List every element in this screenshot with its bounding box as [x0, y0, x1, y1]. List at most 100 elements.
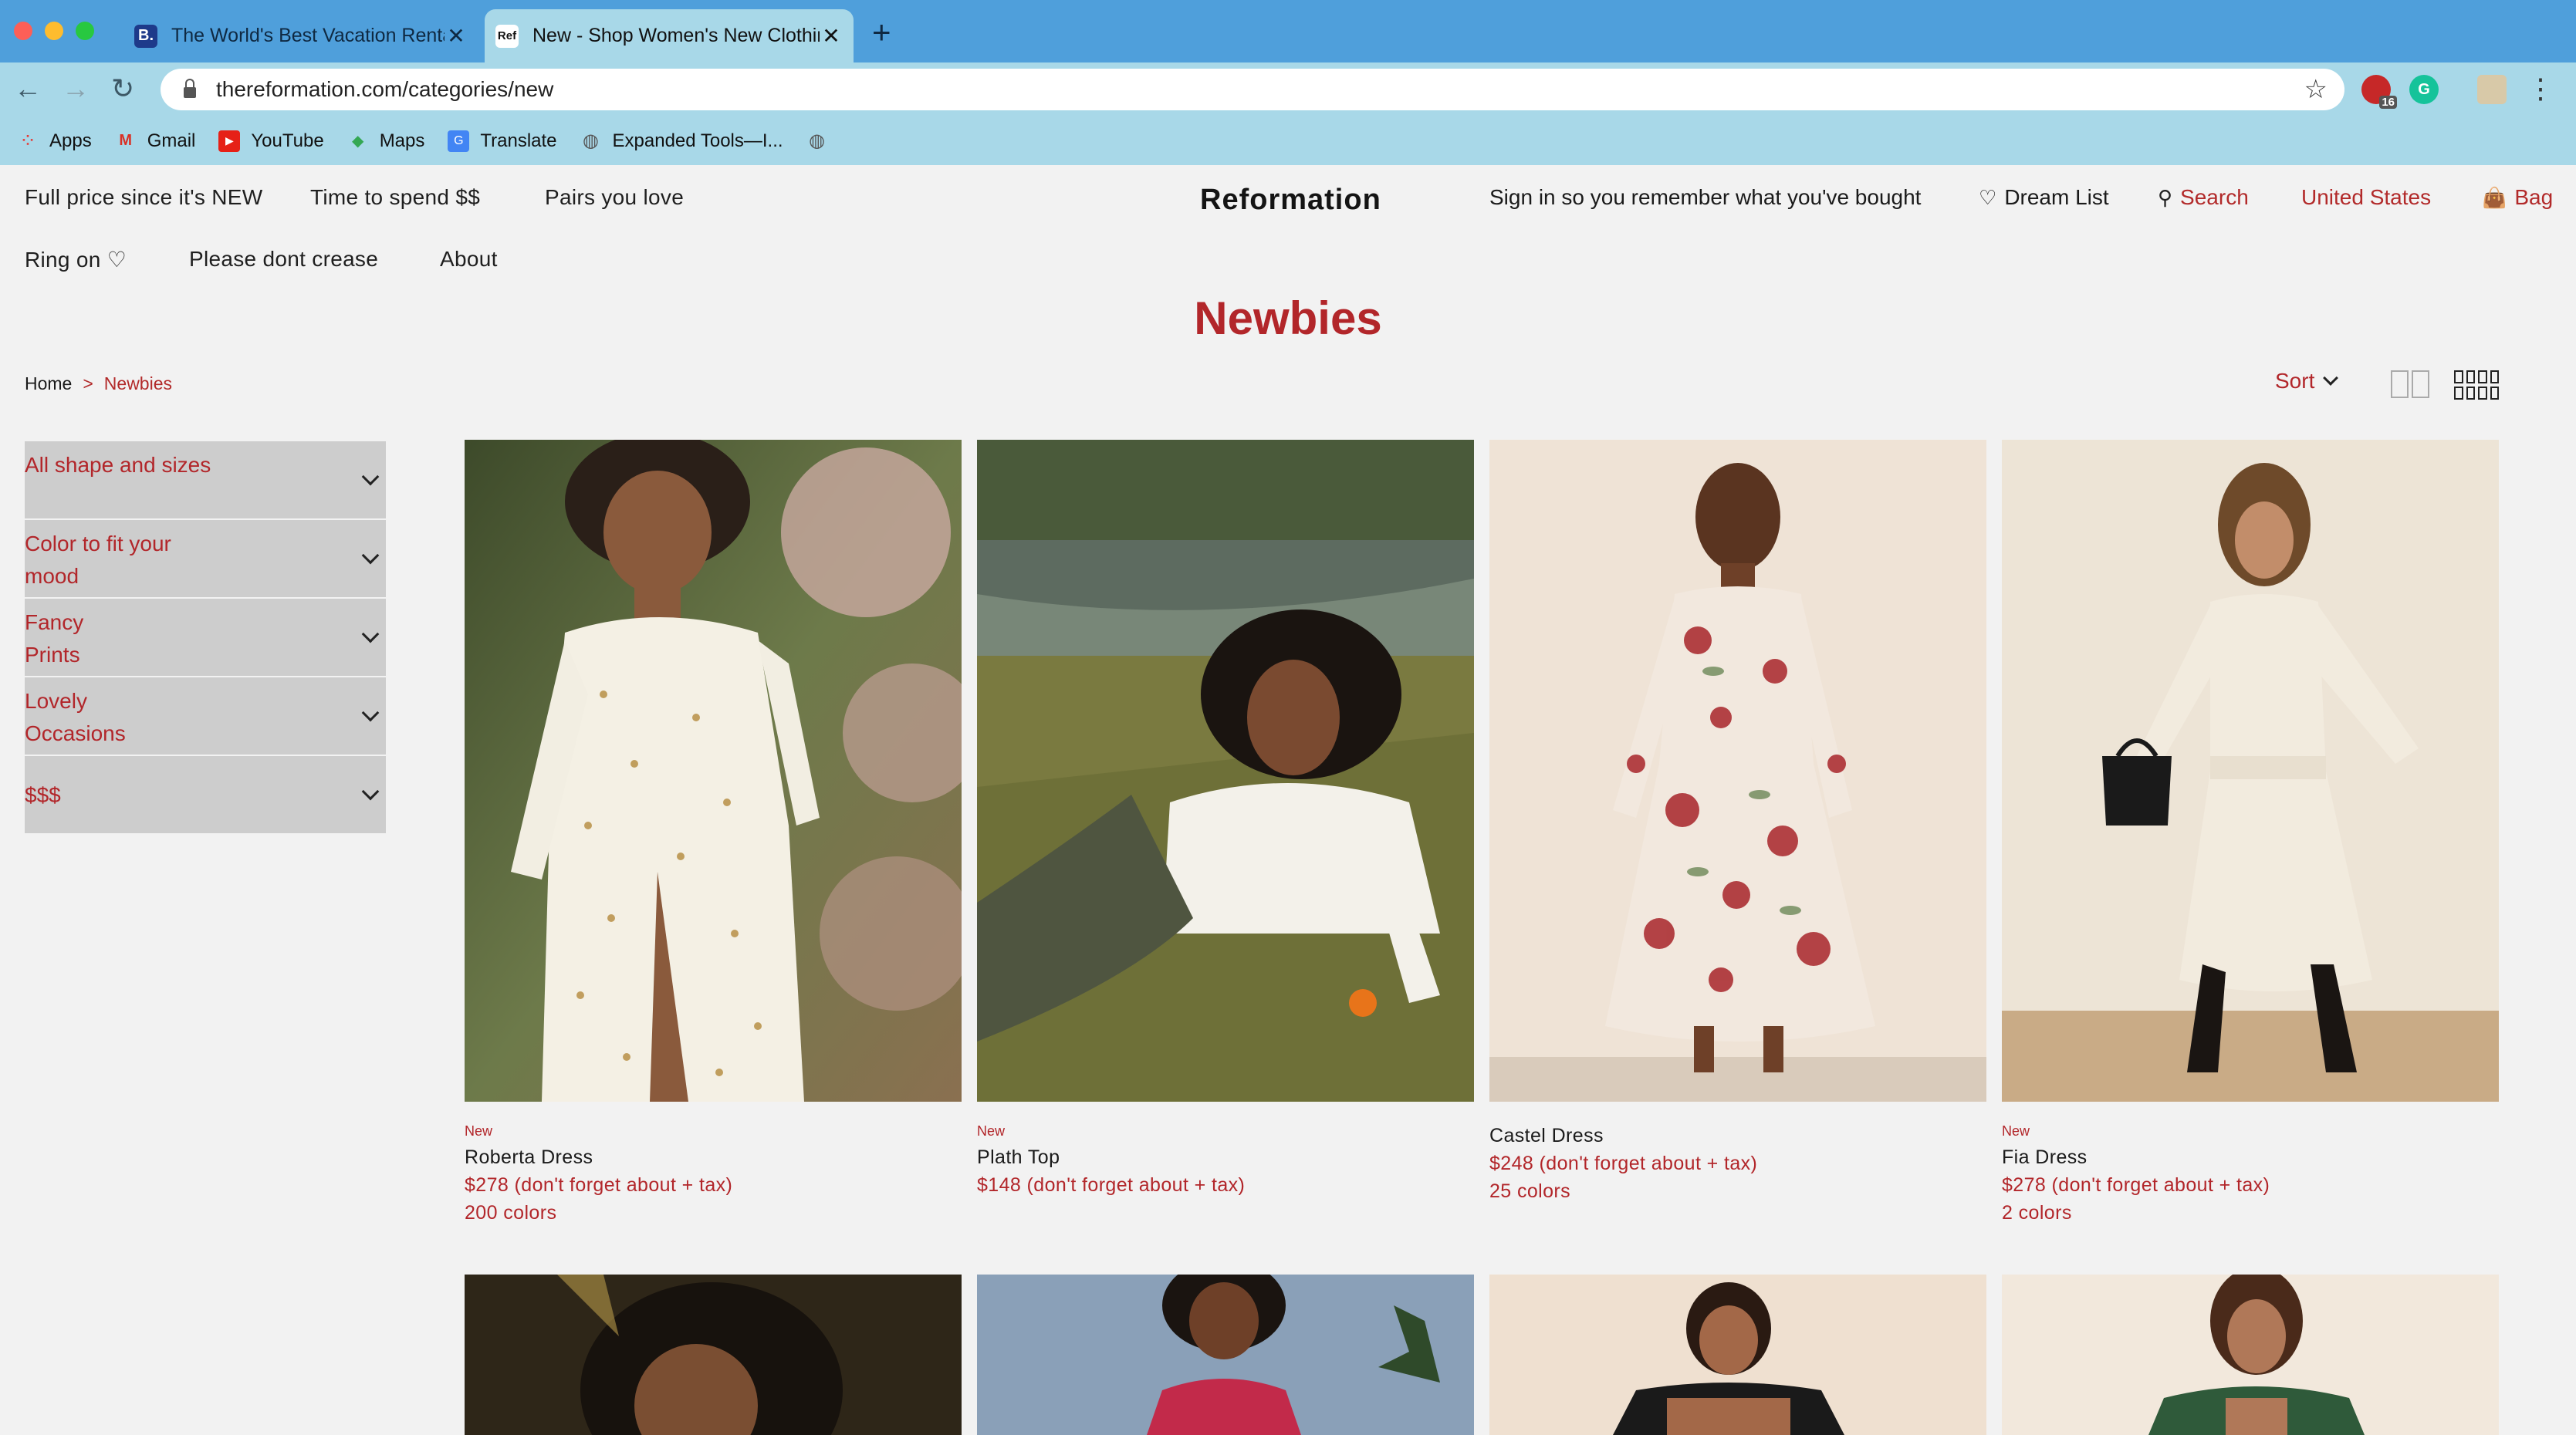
bookmark-label: Translate: [480, 130, 557, 151]
product-meta: New Roberta Dress $278 (don't forget abo…: [465, 1123, 732, 1224]
youtube-icon: ▶: [218, 130, 241, 152]
bag-icon: 👜: [2482, 185, 2507, 209]
maximize-window-button[interactable]: [76, 22, 94, 40]
bookmark-expanded-tools[interactable]: ◍ Expanded Tools—I...: [580, 130, 783, 152]
back-arrow-icon[interactable]: ←: [14, 73, 42, 104]
filter-price[interactable]: $$$: [25, 756, 386, 835]
region-selector[interactable]: United States: [2301, 185, 2431, 210]
chevron-down-icon: [361, 625, 380, 643]
search-label: Search: [2180, 185, 2249, 209]
bag-link[interactable]: 👜 Bag: [2482, 185, 2553, 210]
nav-about[interactable]: About: [440, 247, 498, 272]
filter-sidebar: All shape and sizes Color to fit your mo…: [25, 441, 386, 835]
forward-arrow-icon[interactable]: →: [62, 73, 90, 104]
product-image[interactable]: [465, 440, 962, 1102]
url-text[interactable]: thereformation.com/categories/new: [216, 77, 553, 102]
new-tag: New: [977, 1123, 1006, 1139]
filter-label: Fancy Prints: [25, 610, 84, 667]
close-window-button[interactable]: [14, 22, 32, 40]
close-tab-icon[interactable]: ✕: [445, 23, 468, 49]
product-image[interactable]: [2002, 1275, 2499, 1435]
translate-icon: G: [448, 130, 470, 152]
four-column-view-icon[interactable]: [2454, 370, 2499, 400]
brand-logo[interactable]: Reformation: [1200, 184, 1381, 217]
nav-full-price[interactable]: Full price since it's NEW: [25, 185, 262, 210]
bookmark-star-icon[interactable]: ☆: [2304, 74, 2328, 105]
close-tab-icon[interactable]: ✕: [820, 23, 843, 49]
page-title: Newbies: [1194, 292, 1382, 344]
chevron-down-icon: [361, 782, 380, 801]
grammarly-icon[interactable]: G: [2409, 75, 2439, 104]
globe-icon: ◍: [583, 130, 599, 151]
bookmarks-bar: ⁘ Apps M Gmail ▶ YouTube ◆ Maps G Transl…: [0, 116, 2576, 165]
address-bar[interactable]: thereformation.com/categories/new ☆: [161, 69, 2344, 110]
nav-ring-on[interactable]: Ring on ♡: [25, 247, 127, 272]
bookmark-gmail[interactable]: M Gmail: [115, 130, 196, 152]
product-colors[interactable]: 200 colors: [465, 1202, 732, 1224]
filter-color[interactable]: Color to fit your mood: [25, 520, 386, 599]
chevron-down-icon: [361, 468, 380, 486]
filter-shape-sizes[interactable]: All shape and sizes: [25, 441, 386, 520]
profile-avatar[interactable]: [2477, 75, 2507, 104]
bookmark-label: Apps: [49, 130, 92, 151]
new-tag: New: [2002, 1123, 2030, 1139]
dream-list-label: Dream List: [2004, 185, 2109, 209]
reload-icon[interactable]: ↻: [111, 73, 134, 104]
maps-pin-icon: ◆: [351, 133, 364, 150]
product-image[interactable]: [1489, 440, 1986, 1102]
bookmark-youtube[interactable]: ▶ YouTube: [218, 130, 324, 152]
product-name[interactable]: Plath Top: [977, 1146, 1245, 1174]
bookmark-label: YouTube: [251, 130, 324, 151]
product-name[interactable]: Fia Dress: [2002, 1146, 2270, 1174]
product-image[interactable]: [2002, 440, 2499, 1102]
browser-tab-reformation[interactable]: Ref New - Shop Women's New Clothing ✕: [485, 9, 854, 62]
minimize-window-button[interactable]: [45, 22, 63, 40]
product-price: $278 (don't forget about + tax): [465, 1174, 733, 1196]
dream-list-link[interactable]: ♡ Dream List: [1979, 185, 2109, 210]
browser-tab-bar: B. The World's Best Vacation Rentals ✕ R…: [0, 0, 2576, 62]
heart-icon: ♡: [1979, 185, 1997, 209]
extension-icon[interactable]: 16: [2361, 75, 2397, 109]
nav-please-dont-crease[interactable]: Please dont crease: [189, 247, 378, 272]
bookmark-globe[interactable]: ◍: [806, 130, 839, 152]
browser-toolbar: ← → ↻ thereformation.com/categories/new …: [0, 62, 2576, 116]
browser-tab-vacation[interactable]: B. The World's Best Vacation Rentals ✕: [123, 9, 478, 62]
product-meta: Castel Dress $248 (don't forget about + …: [1489, 1125, 1757, 1203]
nav-pairs-you-love[interactable]: Pairs you love: [545, 185, 684, 210]
two-column-view-icon[interactable]: [2391, 370, 2429, 398]
bookmark-label: Expanded Tools—I...: [612, 130, 783, 151]
bag-label: Bag: [2514, 185, 2554, 209]
bookmark-maps[interactable]: ◆ Maps: [347, 130, 424, 152]
filter-label: Color to fit your mood: [25, 532, 171, 588]
product-name[interactable]: Roberta Dress: [465, 1146, 732, 1174]
product-image[interactable]: [465, 1275, 962, 1435]
product-name[interactable]: Castel Dress: [1489, 1125, 1757, 1153]
search-link[interactable]: ⚲ Search: [2158, 185, 2249, 210]
browser-menu-icon[interactable]: ⋮: [2527, 73, 2554, 104]
product-colors[interactable]: 2 colors: [2002, 1202, 2270, 1224]
product-image[interactable]: [1489, 1275, 1986, 1435]
product-image[interactable]: [977, 1275, 1474, 1435]
bookmark-translate[interactable]: G Translate: [448, 130, 557, 152]
filter-label: All shape and sizes: [25, 453, 211, 477]
sort-label: Sort: [2275, 369, 2315, 393]
filter-prints[interactable]: Fancy Prints: [25, 599, 386, 677]
gmail-icon: M: [119, 132, 133, 149]
filter-occasions[interactable]: Lovely Occasions: [25, 677, 386, 756]
breadcrumb-current: Newbies: [103, 373, 173, 393]
bookmark-apps[interactable]: ⁘ Apps: [17, 129, 92, 152]
sort-dropdown[interactable]: Sort: [2275, 369, 2339, 393]
filter-label: $$$: [25, 783, 61, 807]
product-colors[interactable]: 25 colors: [1489, 1180, 1757, 1203]
extension-badge: 16: [2379, 96, 2397, 109]
sign-in-link[interactable]: Sign in so you remember what you've boug…: [1489, 185, 1921, 210]
bookmark-label: Gmail: [147, 130, 196, 151]
new-tab-icon[interactable]: +: [872, 16, 891, 49]
product-price: $278 (don't forget about + tax): [2002, 1174, 2270, 1196]
nav-time-to-spend[interactable]: Time to spend $$: [310, 185, 480, 210]
globe-icon: ◍: [809, 130, 826, 151]
tab-title: New - Shop Women's New Clothing: [532, 25, 820, 46]
apps-grid-icon: ⁘: [19, 129, 36, 152]
product-image[interactable]: [977, 440, 1474, 1102]
breadcrumb-home[interactable]: Home: [25, 373, 72, 394]
